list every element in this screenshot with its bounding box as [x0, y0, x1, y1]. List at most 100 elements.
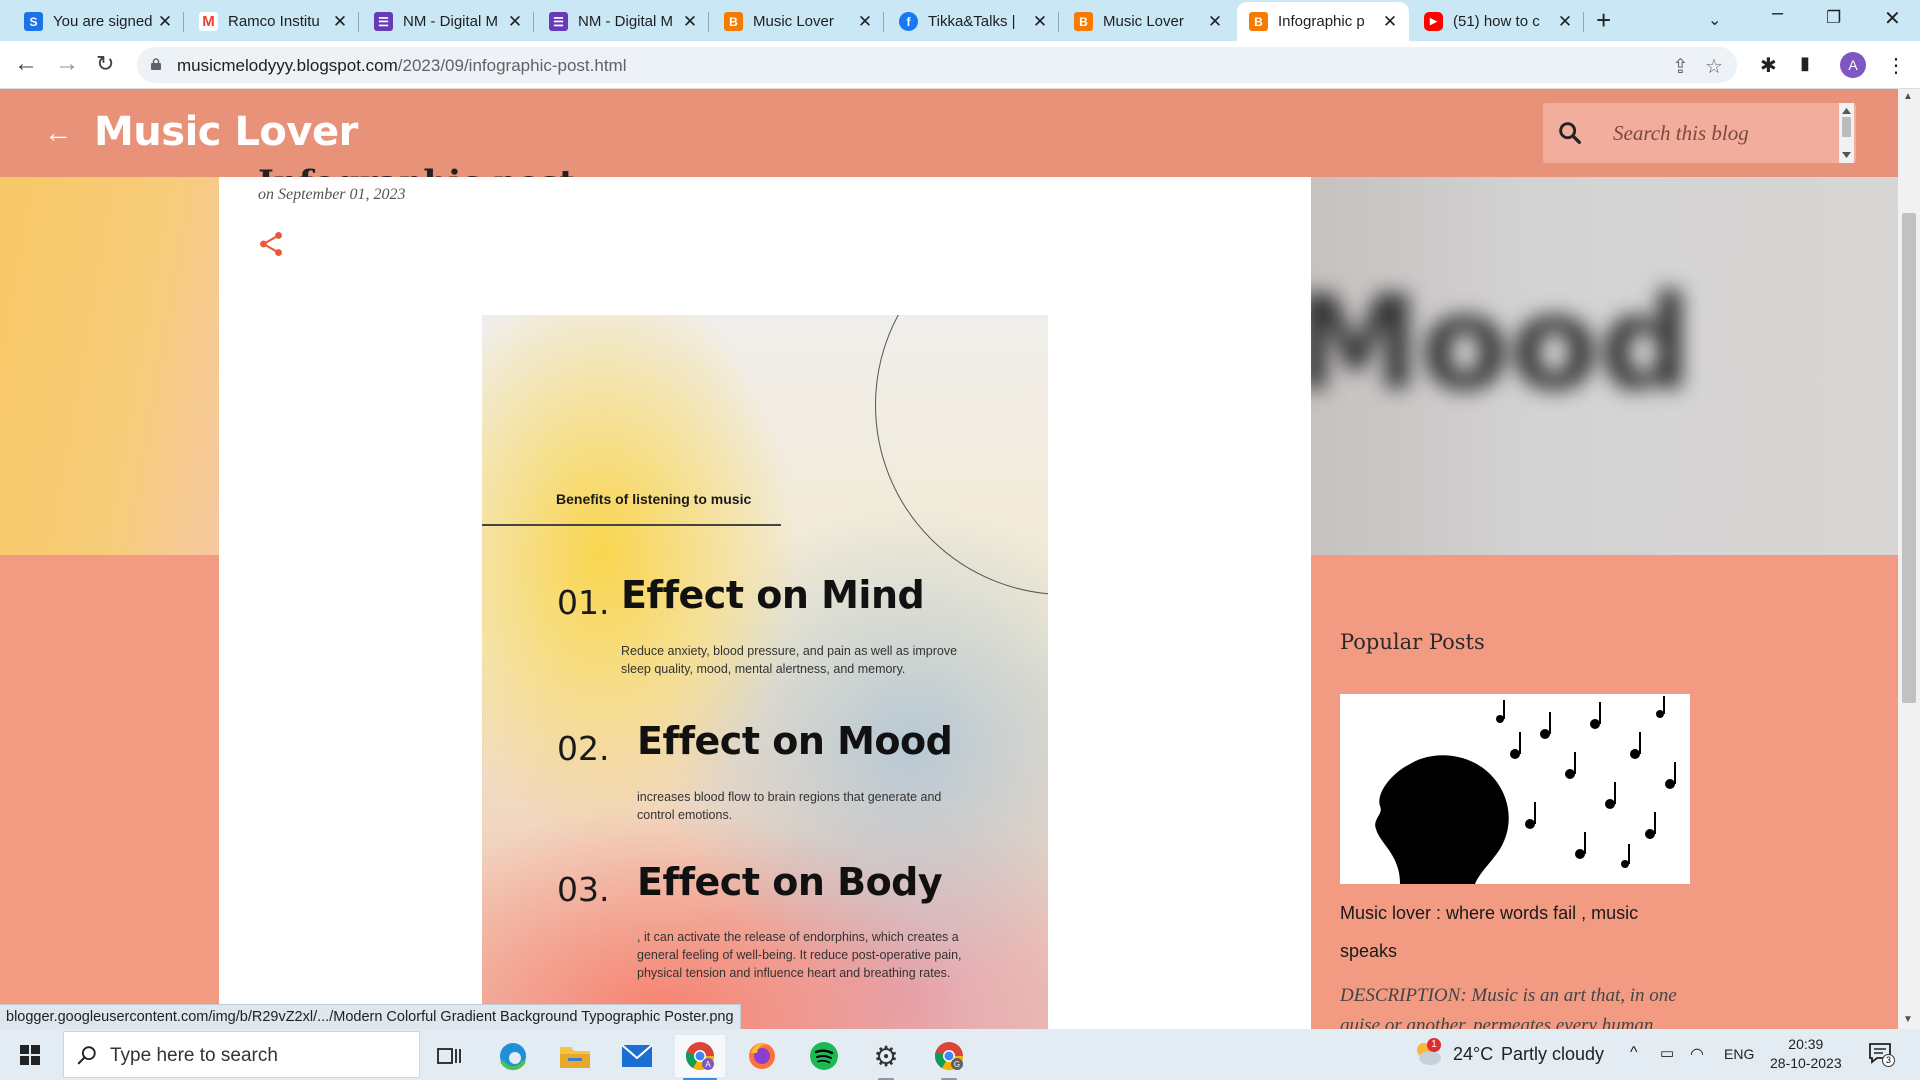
tab-search-icon[interactable]: ⌄: [1708, 10, 1721, 30]
scroll-down-arrow-icon[interactable]: ▼: [1903, 1014, 1913, 1025]
tab-title: Infographic p: [1278, 13, 1365, 30]
search-icon[interactable]: [1556, 119, 1584, 147]
link-status-bar: blogger.googleusercontent.com/img/b/R29v…: [0, 1004, 741, 1029]
tab-title: Music Lover: [753, 13, 834, 30]
blog-title[interactable]: Music Lover: [94, 109, 358, 155]
notifications-icon[interactable]: 3: [1868, 1042, 1895, 1067]
youtube-icon: ▶: [1424, 12, 1443, 31]
extensions-icon[interactable]: ✱: [1760, 53, 1777, 78]
blurred-background-word: Mood: [1311, 267, 1693, 419]
close-icon[interactable]: ✕: [156, 12, 174, 32]
minimize-button[interactable]: –: [1772, 2, 1783, 25]
taskbar-search[interactable]: Type here to search: [63, 1031, 420, 1078]
share-page-icon[interactable]: ⇪: [1672, 54, 1689, 79]
browser-tab[interactable]: ☰ NM - Digital M ✕: [362, 2, 534, 41]
notification-count: 3: [1882, 1054, 1895, 1067]
browser-tab[interactable]: B Music Lover ✕: [712, 2, 884, 41]
restore-button[interactable]: ❐: [1826, 8, 1841, 28]
close-icon[interactable]: ✕: [331, 12, 349, 32]
item-number: 03.: [557, 870, 610, 909]
browser-tab-active[interactable]: B Infographic p ✕: [1237, 2, 1409, 41]
item-title: Effect on Mind: [621, 573, 925, 617]
item-number: 01.: [557, 583, 610, 622]
browser-tab[interactable]: f Tikka&Talks | ✕: [887, 2, 1059, 41]
item-title: Effect on Body: [637, 860, 943, 904]
gmail-icon: M: [199, 12, 218, 31]
item-number: 02.: [557, 729, 610, 768]
weather-temp: 24°C: [1453, 1044, 1494, 1064]
close-icon[interactable]: ✕: [681, 12, 699, 32]
spotify-icon[interactable]: [799, 1035, 849, 1077]
tab-title: Ramco Institu: [228, 13, 320, 30]
chrome-profile-icon[interactable]: G: [924, 1035, 974, 1080]
header-image-right: Mood: [1311, 177, 1898, 555]
file-explorer-icon[interactable]: [550, 1035, 600, 1077]
back-icon[interactable]: ←: [14, 51, 38, 77]
popular-post-image[interactable]: [1340, 694, 1690, 884]
language-indicator[interactable]: ENG: [1724, 1046, 1754, 1062]
new-tab-button[interactable]: +: [1596, 7, 1611, 33]
browser-tab[interactable]: ☰ NM - Digital M ✕: [537, 2, 709, 41]
chevron-up-icon[interactable]: ^: [1630, 1044, 1638, 1062]
share-icon[interactable]: [258, 230, 284, 258]
blogger-icon: B: [1249, 12, 1268, 31]
close-icon[interactable]: ✕: [1381, 12, 1399, 32]
svg-text:G: G: [954, 1060, 960, 1069]
clock[interactable]: 20:39 28-10-2023: [1770, 1035, 1842, 1073]
post-card: Infographic post on September 01, 2023 B…: [219, 163, 1311, 1029]
search-input[interactable]: [1613, 118, 1833, 148]
scrollbar-thumb[interactable]: [1902, 213, 1916, 703]
weather-text: Partly cloudy: [1501, 1044, 1605, 1064]
side-panel-icon[interactable]: ▮: [1800, 53, 1810, 74]
forms-icon: ☰: [374, 12, 393, 31]
close-icon[interactable]: ✕: [1556, 12, 1574, 32]
tab-title: Tikka&Talks |: [928, 13, 1016, 30]
browser-tab[interactable]: B Music Lover ✕: [1062, 2, 1234, 41]
close-icon[interactable]: ✕: [1031, 12, 1049, 32]
windows-start-icon[interactable]: [20, 1045, 40, 1065]
infographic-image[interactable]: Benefits of listening to music 01. Effec…: [482, 315, 1048, 1029]
page-scrollbar[interactable]: ▲ ▼: [1898, 89, 1920, 1029]
reload-icon[interactable]: ↻: [96, 51, 114, 77]
address-bar[interactable]: musicmelodyyy.blogspot.com/2023/09/infog…: [137, 47, 1737, 83]
back-arrow-icon[interactable]: ←: [44, 119, 72, 147]
bookmark-star-icon[interactable]: ☆: [1705, 54, 1723, 79]
chrome-icon[interactable]: A: [675, 1035, 725, 1080]
popular-post-link[interactable]: Music lover : where words fail , music s…: [1340, 894, 1670, 970]
browser-tab[interactable]: M Ramco Institu ✕: [187, 2, 359, 41]
tab-title: NM - Digital M: [578, 13, 674, 30]
tab-title: Music Lover: [1103, 13, 1184, 30]
settings-gear-icon[interactable]: ⚙: [861, 1035, 911, 1080]
wifi-icon[interactable]: ◠: [1690, 1044, 1704, 1064]
popular-post-description: DESCRIPTION: Music is an art that, in on…: [1340, 985, 1677, 1029]
close-icon[interactable]: ✕: [1206, 12, 1224, 32]
weather-badge: 1: [1427, 1038, 1441, 1052]
tab-title: NM - Digital M: [403, 13, 499, 30]
windows-taskbar: Type here to search A ⚙ G 1 24°C Partly …: [0, 1029, 1920, 1080]
item-text: Reduce anxiety, blood pressure, and pain…: [621, 644, 958, 676]
profile-avatar[interactable]: A: [1840, 52, 1866, 78]
search-scrollbar[interactable]: [1839, 103, 1854, 163]
browser-tab[interactable]: ▶ (51) how to c ✕: [1412, 2, 1584, 41]
forms-icon: ☰: [549, 12, 568, 31]
item-text: , it can activate the release of endorph…: [637, 930, 962, 980]
firefox-icon[interactable]: [737, 1035, 787, 1077]
url-text[interactable]: musicmelodyyy.blogspot.com/2023/09/infog…: [177, 56, 626, 76]
forward-icon[interactable]: →: [55, 51, 79, 77]
browser-toolbar: ← → ↻ musicmelodyyy.blogspot.com/2023/09…: [0, 41, 1920, 89]
menu-kebab-icon[interactable]: ⋮: [1886, 53, 1906, 78]
blog-search[interactable]: [1543, 103, 1856, 163]
scroll-up-arrow-icon[interactable]: ▲: [1903, 91, 1913, 102]
browser-tab-strip: S You are signed ✕ M Ramco Institu ✕ ☰ N…: [0, 0, 1920, 41]
mail-icon[interactable]: [612, 1035, 662, 1077]
header-image-left: [0, 177, 219, 555]
close-icon[interactable]: ✕: [506, 12, 524, 32]
battery-icon[interactable]: ▭: [1660, 1044, 1674, 1062]
close-icon[interactable]: ✕: [856, 12, 874, 32]
window-close-button[interactable]: ✕: [1884, 6, 1901, 31]
blogger-icon: B: [1074, 12, 1093, 31]
edge-icon[interactable]: [488, 1035, 538, 1077]
post-title: Infographic post: [258, 163, 575, 177]
browser-tab[interactable]: S You are signed ✕: [12, 2, 184, 41]
task-view-icon[interactable]: [424, 1035, 474, 1077]
